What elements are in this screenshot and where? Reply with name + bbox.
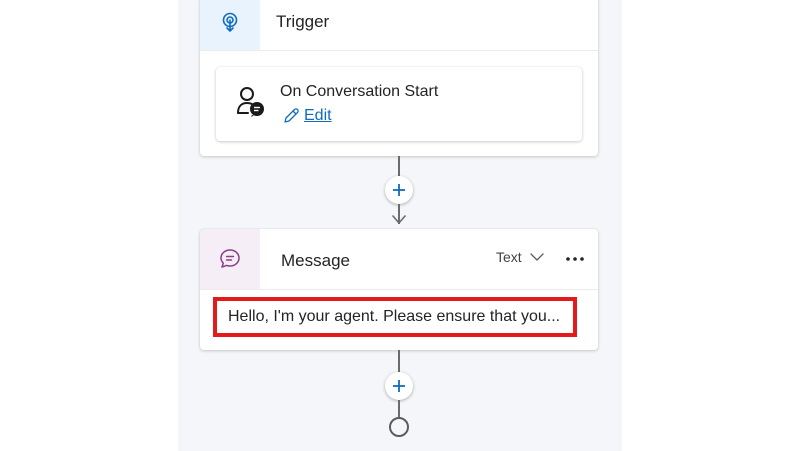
pencil-icon [284, 108, 299, 123]
message-title: Message [281, 251, 350, 270]
trigger-icon-box [200, 0, 260, 50]
arrow-down-icon [392, 215, 406, 224]
trigger-event-card[interactable]: On Conversation Start Edit [216, 67, 582, 141]
message-header: Message Text [200, 229, 598, 290]
more-options-button[interactable] [564, 249, 586, 269]
connector-line [398, 156, 400, 176]
trigger-header: Trigger [200, 0, 598, 51]
connector-line [398, 400, 400, 417]
end-node [389, 417, 409, 437]
trigger-node[interactable]: Trigger On Conversation Start Edit [200, 0, 598, 156]
trigger-title: Trigger [276, 12, 330, 31]
touch-icon [222, 12, 238, 32]
person-chat-icon [237, 87, 264, 117]
connector-line [398, 350, 400, 372]
message-type-label: Text [496, 249, 522, 265]
plus-icon [393, 380, 405, 392]
chat-bubble-icon [220, 249, 240, 268]
message-text-field[interactable]: Hello, I'm your agent. Please ensure tha… [213, 297, 577, 337]
message-node[interactable]: Message Text Hello, I'm your agent. Plea… [200, 229, 598, 350]
chevron-down-icon [530, 253, 544, 261]
edit-trigger-link[interactable]: Edit [282, 107, 332, 125]
plus-icon [393, 184, 405, 196]
add-node-button[interactable] [385, 372, 413, 400]
trigger-event-title: On Conversation Start [280, 83, 439, 100]
edit-label: Edit [304, 107, 332, 124]
message-type-dropdown[interactable]: Text [496, 249, 544, 265]
add-node-button[interactable] [385, 176, 413, 204]
message-icon-box [200, 229, 260, 289]
more-horizontal-icon [566, 257, 584, 261]
